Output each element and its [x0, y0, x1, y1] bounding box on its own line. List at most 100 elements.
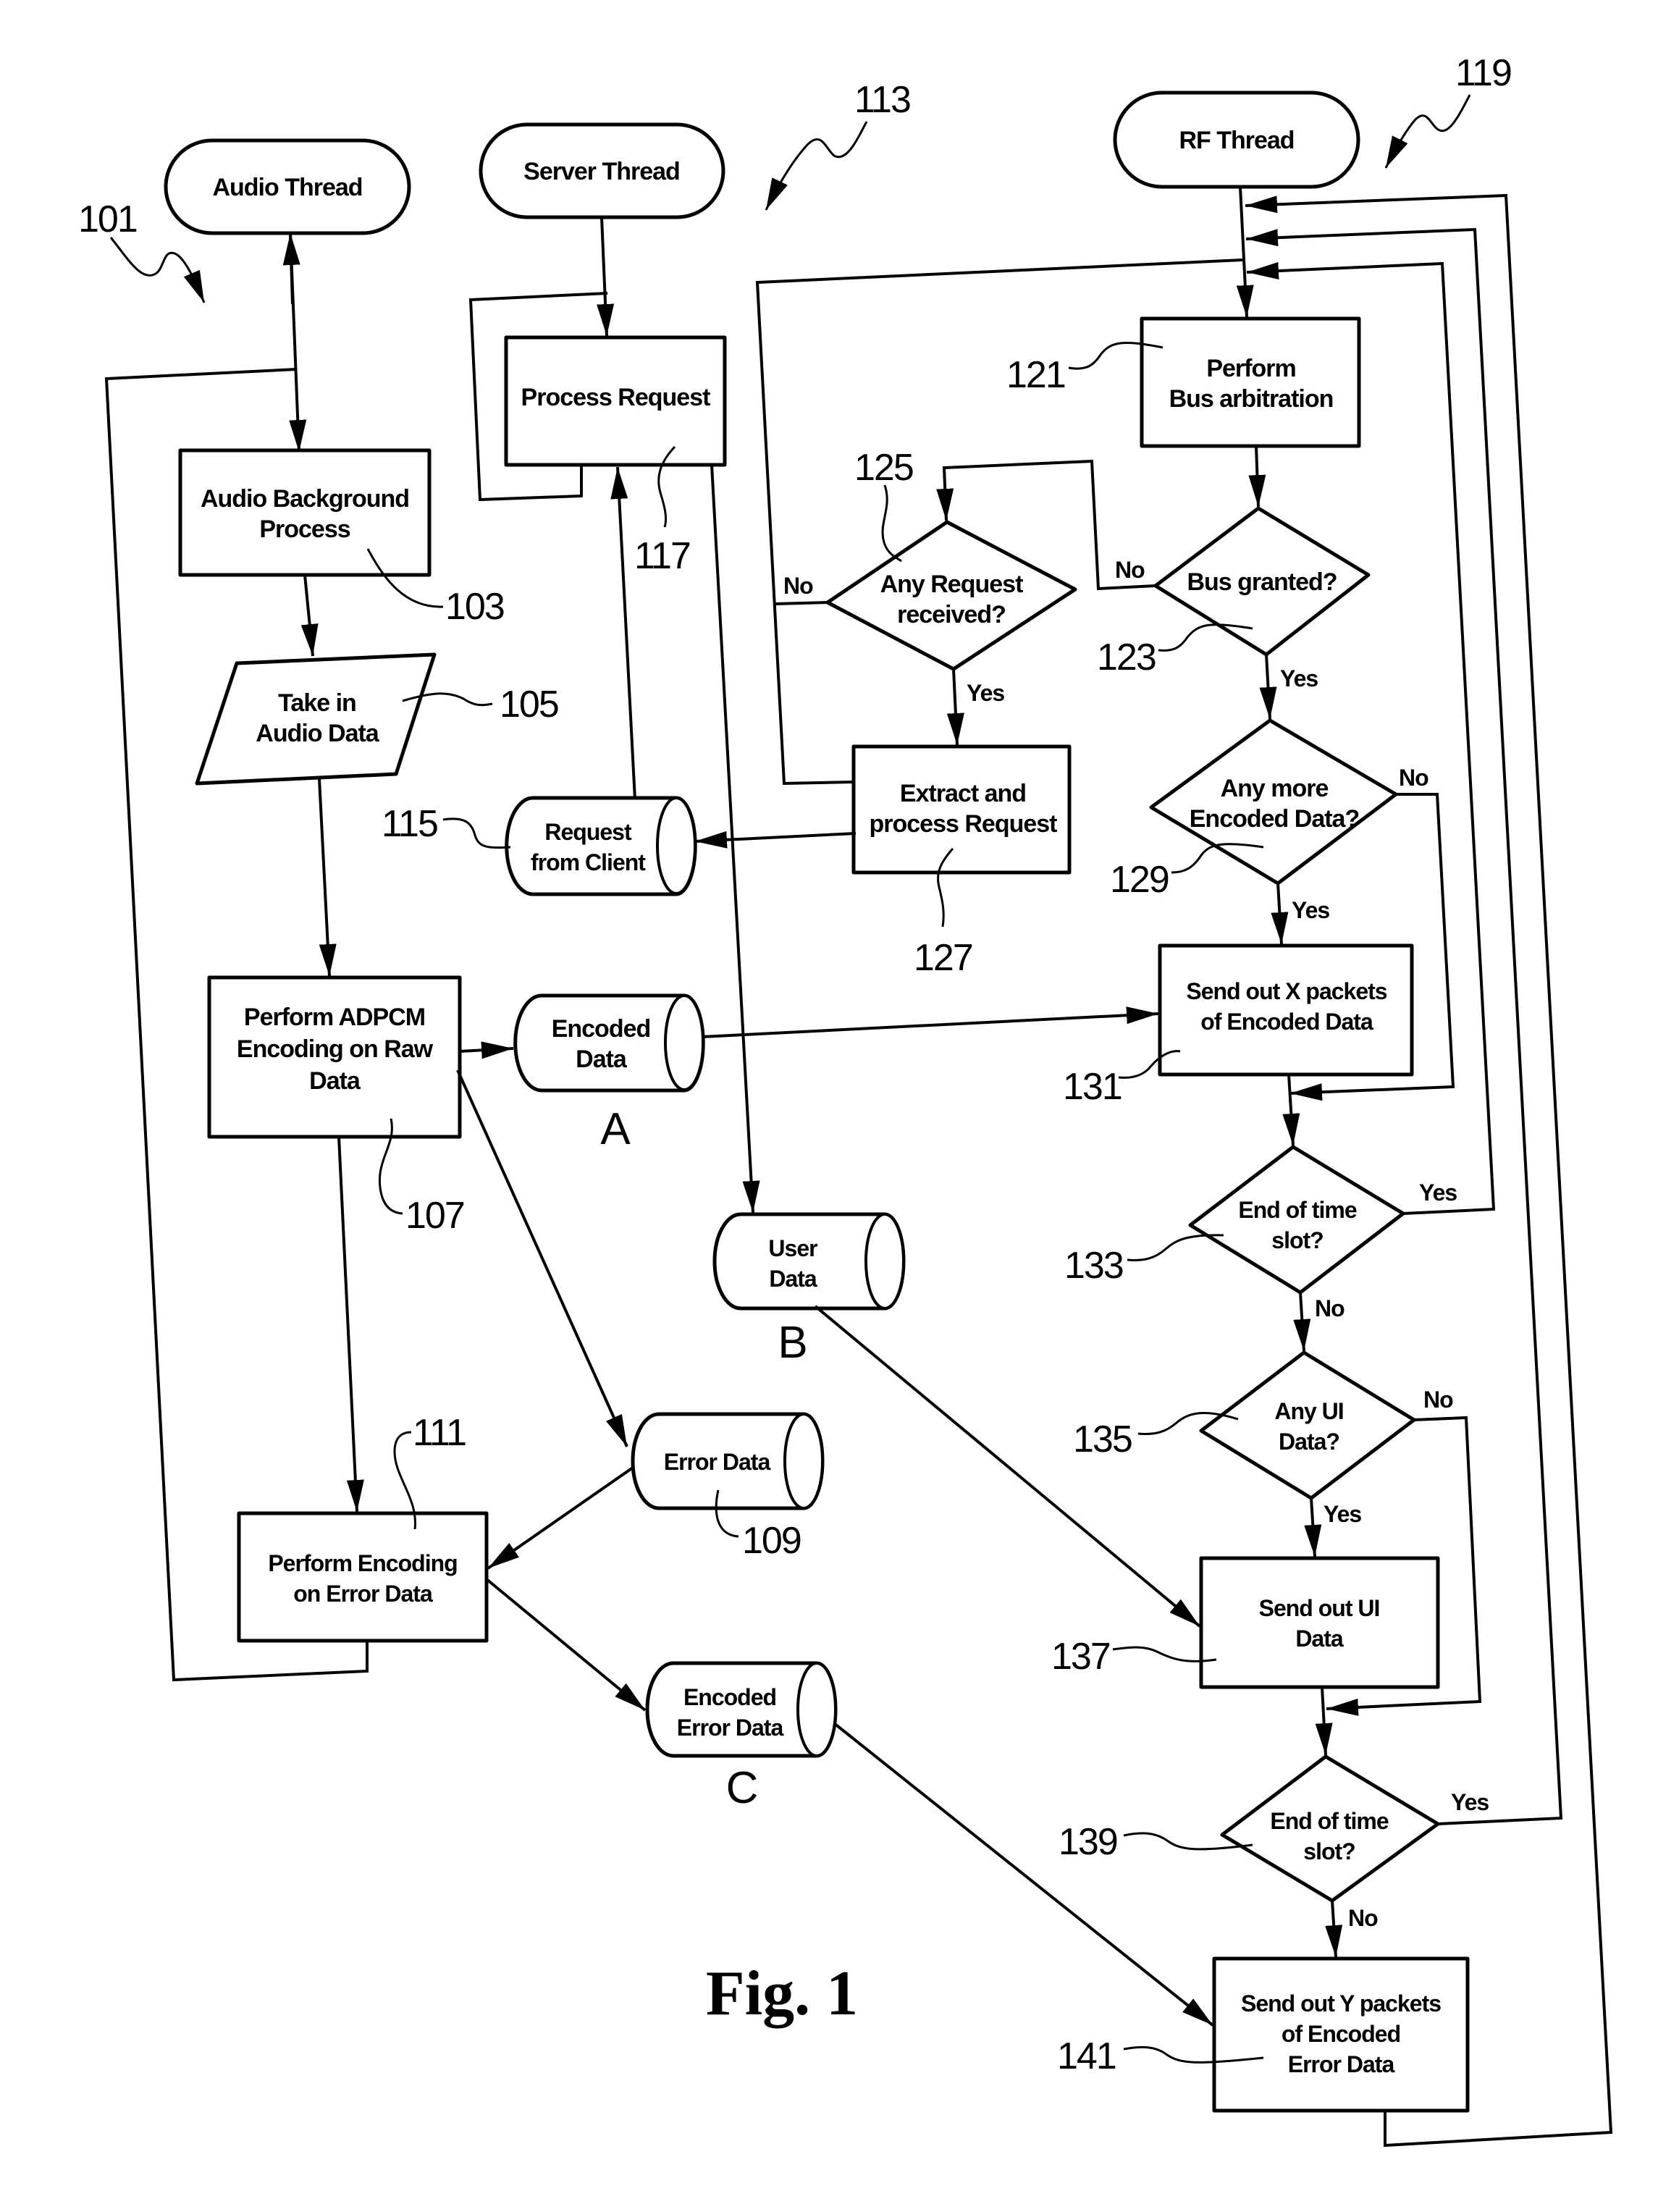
end-of-time-slot-133-line-2: slot? [1271, 1227, 1323, 1253]
branch-123-yes-line [1259, 654, 1277, 720]
end-of-time-slot-133-line-1: End of time [1238, 1197, 1356, 1223]
ref-label-105: 105 [500, 684, 558, 726]
encoded-error-data-line-2: Error Data [677, 1715, 784, 1741]
ref-label-113: 113 [854, 79, 910, 121]
branch-123-yes-label: Yes [1280, 665, 1318, 691]
bus-arbitration-line-1: Perform [1206, 355, 1295, 382]
branch-125-yes-label: Yes [967, 680, 1004, 706]
branch-135-yes-label: Yes [1324, 1501, 1361, 1527]
connector-label-a: A [600, 1104, 631, 1154]
user-data-store [712, 1212, 906, 1311]
any-ui-data-decision [1199, 1350, 1416, 1500]
branch-139-yes-label: Yes [1451, 1789, 1489, 1815]
take-in-audio-data-input [195, 652, 437, 786]
ref-label-133: 133 [1064, 1245, 1123, 1287]
ref-label-119: 119 [1455, 52, 1511, 94]
flowchart-figure: 101 Audio Thread Audio Background Proces… [78, 52, 1613, 2148]
connector-label-b: B [778, 1318, 807, 1368]
encode-error-data-line-1: Perform Encoding [268, 1550, 457, 1576]
extract-process-request-box [851, 744, 1072, 875]
end-of-time-slot-139-line-2: slot? [1303, 1838, 1355, 1864]
any-more-encoded-data-line-2: Encoded Data? [1190, 805, 1359, 833]
branch-129-yes-label: Yes [1292, 897, 1329, 923]
rf-thread-group: 119 RF Thread No Perform Bus arbitration… [694, 52, 1613, 2148]
any-more-encoded-data-line-1: Any more [1221, 775, 1329, 802]
audio-background-process-box [178, 448, 432, 577]
leader-115 [442, 817, 511, 849]
connector-label-c: C [726, 1763, 759, 1813]
ref-label-125: 125 [854, 447, 913, 489]
branch-139-no-line [1325, 1900, 1343, 1958]
ref-label-141: 141 [1057, 2035, 1116, 2077]
figure-caption: Fig. 1 [706, 1959, 858, 2029]
any-request-line-2: received? [897, 601, 1006, 628]
any-request-line-1: Any Request [880, 571, 1023, 598]
arrow-encoded-error-data-to-141 [833, 1722, 1214, 2027]
server-thread-title: Server Thread [523, 158, 680, 185]
send-y-packets-line-1: Send out Y packets [1241, 1990, 1441, 2017]
encoded-data-line-2: Data [576, 1046, 628, 1073]
arrow-111-to-encoded-error-data [485, 1578, 647, 1712]
ref-label-111: 111 [413, 1412, 466, 1454]
encoded-error-data-line-1: Encoded [683, 1684, 776, 1710]
end-of-time-slot-139-line-1: End of time [1270, 1808, 1388, 1834]
arrow-server-to-117 [597, 216, 615, 337]
extract-process-request-line-1: Extract and [900, 780, 1026, 807]
send-y-packets-line-3: Error Data [1288, 2051, 1395, 2077]
audio-thread-title: Audio Thread [212, 174, 362, 201]
arrow-121-to-123 [1248, 445, 1266, 508]
bus-granted-label: Bus granted? [1187, 568, 1337, 596]
rf-thread-title: RF Thread [1179, 127, 1294, 154]
ref-label-107: 107 [405, 1195, 464, 1237]
error-data-label: Error Data [664, 1449, 771, 1475]
branch-133-no-line [1293, 1292, 1311, 1352]
ref-label-131: 131 [1063, 1066, 1122, 1108]
arrow-error-data-to-111 [487, 1466, 634, 1570]
audio-background-process-line-1: Audio Background [201, 485, 409, 513]
send-ui-data-line-1: Send out UI [1259, 1595, 1380, 1621]
branch-123-no-label: No [1115, 557, 1145, 583]
arrow-user-data-to-137 [814, 1305, 1201, 1628]
ref-label-127: 127 [914, 937, 972, 979]
send-y-packets-line-2: of Encoded [1282, 2021, 1400, 2047]
adpcm-encoding-line-3: Data [309, 1067, 361, 1095]
ref-arrow-113 [765, 121, 868, 211]
branch-129-yes-line [1271, 883, 1289, 945]
ref-label-101: 101 [78, 198, 137, 240]
branch-133-yes-label: Yes [1419, 1179, 1457, 1206]
ref-label-117: 117 [634, 535, 690, 577]
send-ui-data-line-2: Data [1295, 1626, 1344, 1652]
ref-arrow-101 [109, 237, 206, 303]
arrow-encoded-data-to-131 [701, 1006, 1159, 1038]
server-thread-group: 113 Server Thread Process Request 117 Re… [382, 79, 912, 1368]
branch-135-yes-line [1304, 1497, 1322, 1557]
arrow-127-to-115 [694, 830, 857, 849]
send-ui-data-box [1199, 1556, 1440, 1689]
adpcm-encoding-line-1: Perform ADPCM [244, 1004, 425, 1031]
encode-error-data-line-2: on Error Data [293, 1581, 433, 1607]
ref-label-137: 137 [1051, 1636, 1110, 1678]
audio-background-process-line-2: Process [259, 516, 350, 543]
request-from-client-line-1: Request [544, 819, 632, 845]
ref-label-115: 115 [382, 803, 437, 845]
ref-arrow-119 [1384, 94, 1471, 169]
bus-arbitration-line-2: Bus arbitration [1169, 385, 1334, 413]
branch-125-no-label: No [783, 573, 813, 599]
arrow-107-to-encoded-data [459, 1041, 514, 1059]
leader-133 [1127, 1234, 1224, 1261]
any-ui-data-line-1: Any UI [1274, 1398, 1343, 1424]
request-from-client-store [505, 796, 697, 896]
ref-label-129: 129 [1110, 859, 1169, 901]
arrow-115-to-117 [610, 466, 636, 800]
extract-process-request-line-2: process Request [870, 810, 1058, 838]
any-ui-data-line-2: Data? [1279, 1429, 1339, 1455]
user-data-line-2: Data [769, 1266, 817, 1292]
arrow-137-to-139 [1315, 1686, 1333, 1756]
request-from-client-line-2: from Client [531, 849, 646, 875]
bus-arbitration-box [1140, 316, 1361, 448]
branch-133-no-label: No [1315, 1295, 1345, 1321]
send-x-packets-line-2: of Encoded Data [1200, 1009, 1373, 1035]
branch-139-no-label: No [1348, 1905, 1378, 1931]
ref-label-139: 139 [1059, 1821, 1117, 1863]
arrow-131-to-133 [1282, 1074, 1300, 1146]
